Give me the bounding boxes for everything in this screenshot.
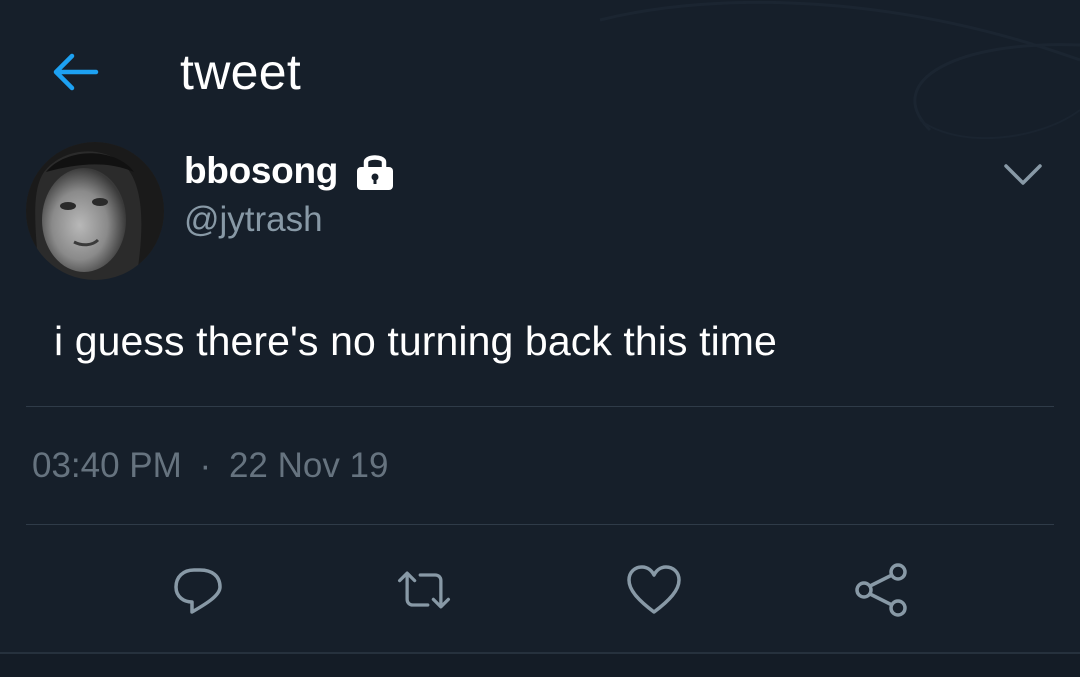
- author-name-row: bbosong: [184, 148, 397, 194]
- tweet-text: i guess there's no turning back this tim…: [54, 318, 777, 364]
- tweet-time: 03:40 PM: [32, 446, 182, 485]
- top-bar: tweet: [0, 30, 1080, 120]
- lock-icon: [357, 155, 394, 190]
- reply-icon: [174, 568, 222, 614]
- back-button[interactable]: [48, 48, 104, 96]
- share-button[interactable]: [852, 560, 912, 620]
- page-title: tweet: [180, 44, 302, 100]
- share-icon: [855, 563, 907, 617]
- like-button[interactable]: [624, 560, 684, 620]
- retweet-button[interactable]: [394, 560, 454, 620]
- avatar[interactable]: [26, 142, 164, 280]
- heart-icon: [627, 565, 681, 614]
- display-name[interactable]: bbosong: [184, 150, 338, 192]
- avatar-photo: [26, 142, 164, 280]
- tweet-menu-button[interactable]: [1000, 158, 1046, 192]
- chevron-down-icon: [1004, 164, 1042, 185]
- timestamp: 03:40 PM · 22 Nov 19: [32, 446, 389, 486]
- separator: ·: [199, 446, 212, 485]
- divider: [26, 406, 1054, 407]
- arrow-left-icon: [53, 53, 99, 91]
- reply-button[interactable]: [168, 560, 228, 620]
- bottom-divider: [0, 652, 1080, 677]
- tweet-date: 22 Nov 19: [228, 446, 389, 485]
- user-handle[interactable]: @jytrash: [184, 200, 323, 240]
- retweet-icon: [397, 571, 451, 609]
- divider: [26, 524, 1054, 525]
